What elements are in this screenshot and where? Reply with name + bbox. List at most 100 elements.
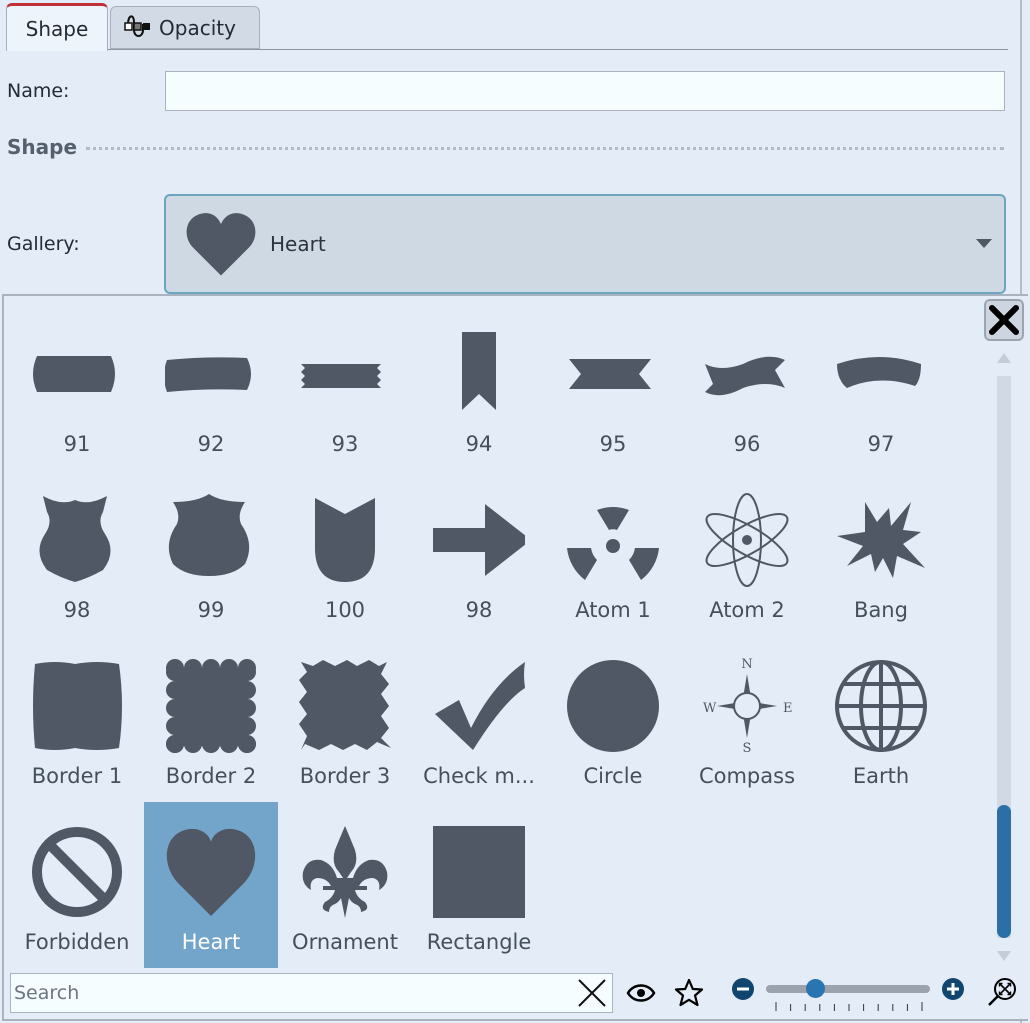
tab-shape[interactable]: Shape (6, 3, 108, 51)
ribbon-wavy-icon (705, 356, 785, 396)
gallery-item-circle[interactable]: Circle (546, 636, 680, 802)
zoom-fit-icon[interactable] (986, 976, 1018, 1008)
gallery-item-radiation[interactable]: Atom 1 (546, 470, 680, 636)
arrow-right-icon (433, 504, 525, 576)
shield-3-icon (315, 498, 375, 582)
gallery-dropdown[interactable]: Heart (164, 194, 1006, 294)
gallery-item-label: 93 (331, 432, 359, 456)
border-jagged-icon (299, 660, 391, 750)
fleur-de-lis-icon (302, 826, 388, 918)
scroll-up-arrow[interactable] (997, 353, 1011, 363)
gallery-item-label: Forbidden (24, 930, 130, 954)
gallery-item-banner-arched[interactable]: 97 (814, 304, 948, 470)
gallery-item-bookmark[interactable]: 94 (412, 304, 546, 470)
search-input[interactable] (11, 974, 571, 1012)
scroll-down-arrow[interactable] (997, 951, 1011, 961)
gallery-item-label: 92 (197, 432, 225, 456)
gallery-item-label: Border 1 (31, 764, 123, 788)
gallery-item-label: 95 (599, 432, 627, 456)
gallery-item-globe[interactable]: Earth (814, 636, 948, 802)
gallery-item-bang[interactable]: Bang (814, 470, 948, 636)
gallery-item-border-scalloped[interactable]: Border 2 (144, 636, 278, 802)
zoom-out-button[interactable] (731, 977, 755, 1001)
gallery-item-label: Earth (852, 764, 910, 788)
gallery-item-label: Border 2 (165, 764, 257, 788)
search-field[interactable] (10, 973, 613, 1013)
bang-icon (837, 502, 925, 578)
gallery-item-label: Heart (181, 930, 241, 954)
gallery-item-label: Ornament (292, 930, 398, 954)
banner-arched-icon (837, 357, 921, 388)
gallery-item-banner-zigzag[interactable]: 93 (278, 304, 412, 470)
gallery-item-label: Atom 1 (575, 598, 651, 622)
gallery-item-label: Rectangle (426, 930, 532, 954)
gallery-item-label: Circle (583, 764, 643, 788)
gallery-item-ribbon-wavy[interactable]: 96 (680, 304, 814, 470)
opacity-keyframe-icon (123, 12, 153, 43)
heart-icon (166, 828, 256, 916)
gallery-item-fleur-de-lis[interactable]: Ornament (278, 802, 412, 968)
shield-1-icon (39, 496, 111, 582)
gallery-item-label: 100 (324, 598, 366, 622)
tab-opacity-label: Opacity (159, 15, 236, 40)
gallery-item-compass[interactable]: N S W E Compass (680, 636, 814, 802)
gallery-item-forbidden[interactable]: Forbidden (10, 802, 144, 968)
border-scalloped-icon (166, 659, 256, 753)
rectangle-icon (433, 826, 525, 918)
zoom-slider-ticks (775, 1002, 923, 1011)
compass-icon: N S W E (703, 658, 793, 754)
svg-text:E: E (783, 701, 793, 716)
bookmark-icon (462, 332, 496, 410)
svg-text:S: S (743, 741, 752, 754)
section-divider (86, 147, 1004, 150)
scrollbar-thumb[interactable] (997, 805, 1011, 938)
atom-icon (705, 493, 789, 587)
checkmark-icon (435, 662, 525, 750)
gallery-item-label: 98 (63, 598, 91, 622)
gallery-item-atom[interactable]: Atom 2 (680, 470, 814, 636)
gallery-item-border-wavy[interactable]: Border 1 (10, 636, 144, 802)
gallery-item-label: Border 3 (299, 764, 391, 788)
gallery-item-label: 94 (465, 432, 493, 456)
gallery-item-label: 97 (867, 432, 895, 456)
gallery-selected-text: Heart (270, 232, 326, 256)
section-title-shape: Shape (7, 135, 78, 159)
svg-text:W: W (703, 701, 717, 716)
close-popup-button[interactable] (984, 299, 1024, 341)
banner-rounded-icon (33, 356, 115, 392)
gallery-item-shield-2[interactable]: 99 (144, 470, 278, 636)
zoom-slider-track[interactable] (766, 985, 930, 993)
tab-divider (6, 49, 1008, 50)
name-input[interactable] (165, 71, 1005, 111)
forbidden-icon (32, 827, 122, 917)
gallery-item-banner-concave[interactable]: 92 (144, 304, 278, 470)
close-icon (989, 305, 1019, 335)
tab-bar: Shape Opacity (6, 3, 260, 51)
gallery-item-label: 96 (733, 432, 761, 456)
banner-zigzag-icon (301, 364, 381, 388)
gallery-item-rectangle[interactable]: Rectangle (412, 802, 546, 968)
gallery-item-ribbon-notched[interactable]: 95 (546, 304, 680, 470)
zoom-in-button[interactable] (941, 977, 965, 1001)
gallery-item-label: Bang (854, 598, 908, 622)
tab-opacity[interactable]: Opacity (110, 6, 260, 50)
gallery-item-shield-1[interactable]: 98 (10, 470, 144, 636)
gallery-item-arrow-right[interactable]: 98 (412, 470, 546, 636)
gallery-item-heart[interactable]: Heart (144, 802, 278, 968)
gallery-item-border-jagged[interactable]: Border 3 (278, 636, 412, 802)
gallery-item-label: Atom 2 (709, 598, 785, 622)
clear-search-icon[interactable] (576, 977, 608, 1009)
gallery-label: Gallery: (7, 233, 80, 255)
banner-concave-icon (165, 357, 251, 392)
eye-icon[interactable] (626, 982, 656, 1004)
gallery-item-checkmark[interactable]: Check m... (412, 636, 546, 802)
gallery-item-banner-rounded[interactable]: 91 (10, 304, 144, 470)
circle-icon (567, 660, 659, 752)
ribbon-notched-icon (569, 359, 651, 389)
gallery-item-shield-3[interactable]: 100 (278, 470, 412, 636)
gallery-item-label: 99 (197, 598, 225, 622)
gallery-item-label: Check m... (423, 764, 535, 788)
shield-2-icon (168, 494, 250, 576)
svg-text:N: N (741, 658, 752, 672)
star-icon[interactable] (674, 978, 704, 1008)
